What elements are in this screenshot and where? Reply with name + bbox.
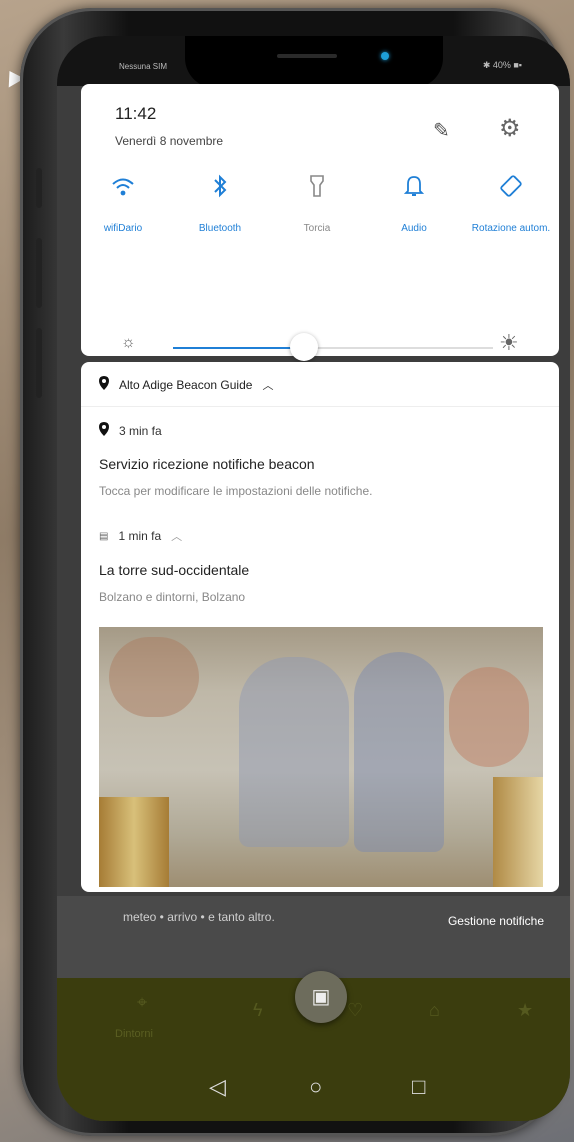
bluetooth-icon bbox=[180, 174, 260, 208]
service-text: Tocca per modificare le impostazioni del… bbox=[99, 484, 373, 498]
quick-settings-panel: 11:42 Venerdì 8 novembre ✎ ⚙ wifiDario B… bbox=[81, 84, 559, 389]
divider bbox=[81, 406, 559, 407]
tile-flashlight[interactable]: Torcia bbox=[277, 174, 357, 236]
tile-label: Bluetooth bbox=[198, 223, 242, 234]
beacon-meta: ▤ 1 min fa ︿ bbox=[99, 528, 182, 544]
beacon-text: Bolzano e dintorni, Bolzano bbox=[99, 590, 246, 604]
notch bbox=[185, 36, 443, 88]
chevron-up-icon[interactable]: ︿ bbox=[262, 377, 273, 393]
nav-label-dintorni[interactable]: Dintorni bbox=[115, 1028, 153, 1040]
flashlight-icon bbox=[277, 174, 357, 208]
chevron-up-icon[interactable]: ︿ bbox=[171, 528, 182, 544]
screen: Nessuna SIM ✱ 40% ■▪ 11:42 Venerdì 8 nov… bbox=[57, 36, 570, 1121]
tile-bluetooth[interactable]: Bluetooth bbox=[180, 174, 260, 236]
bolt-icon[interactable]: ϟ bbox=[253, 1000, 263, 1021]
earpiece bbox=[277, 54, 337, 58]
brightness-low-icon: ☼ bbox=[121, 334, 136, 351]
manage-notifications-button[interactable]: Gestione notifiche bbox=[448, 914, 544, 928]
date-label: Venerdì 8 novembre bbox=[115, 134, 224, 148]
tile-rotation[interactable]: Rotazione autom. bbox=[471, 174, 551, 236]
photo-detail bbox=[109, 637, 199, 717]
brightness-high-icon: ☀ bbox=[499, 330, 519, 355]
clock: 11:42 bbox=[115, 104, 157, 123]
home-circle-icon[interactable]: ○ bbox=[309, 1074, 322, 1100]
location-pin-icon bbox=[99, 422, 109, 439]
camera-icon bbox=[381, 52, 389, 60]
service-title: Servizio ricezione notifiche beacon bbox=[99, 456, 315, 472]
beacon-time: 1 min fa bbox=[118, 529, 162, 543]
beacon-title: La torre sud-occidentale bbox=[99, 562, 250, 578]
background-app-area: meteo • arrivo • e tanto altro. Gestione… bbox=[57, 896, 570, 978]
star-icon[interactable]: ★ bbox=[517, 1000, 533, 1021]
tile-audio[interactable]: Audio bbox=[374, 174, 454, 236]
tile-label: Rotazione autom. bbox=[471, 223, 551, 234]
battery-status: ✱ 40% ■▪ bbox=[482, 60, 522, 70]
volume-button bbox=[36, 168, 42, 208]
volume-button bbox=[36, 238, 42, 308]
power-button bbox=[36, 328, 42, 398]
tile-label: wifiDario bbox=[103, 223, 143, 234]
tile-wifi[interactable]: wifiDario bbox=[83, 174, 163, 236]
photo-detail bbox=[354, 652, 444, 852]
heart-icon[interactable]: ♡ bbox=[347, 1000, 363, 1021]
back-icon[interactable]: ◁ bbox=[209, 1074, 226, 1100]
home-icon[interactable]: ⌂ bbox=[429, 1000, 440, 1021]
photo-detail bbox=[239, 657, 349, 847]
system-nav-bar: ◁ ○ □ bbox=[57, 1062, 570, 1121]
service-time: 3 min fa bbox=[119, 423, 162, 438]
photo-detail bbox=[99, 797, 169, 887]
notification-header[interactable]: Alto Adige Beacon Guide ︿ bbox=[99, 376, 273, 393]
photo-detail bbox=[493, 777, 543, 887]
clipboard-icon[interactable]: ▣ bbox=[295, 971, 347, 1023]
edit-icon[interactable]: ✎ bbox=[433, 118, 450, 143]
wifi-icon bbox=[83, 174, 163, 208]
bell-icon bbox=[374, 174, 454, 208]
recents-icon[interactable]: □ bbox=[412, 1074, 425, 1100]
service-meta: 3 min fa bbox=[99, 422, 162, 439]
fresco-image[interactable] bbox=[99, 627, 543, 887]
phone-frame: Nessuna SIM ✱ 40% ■▪ 11:42 Venerdì 8 nov… bbox=[20, 8, 570, 1136]
tile-label: Torcia bbox=[303, 223, 331, 234]
app-name: Alto Adige Beacon Guide bbox=[119, 377, 253, 392]
brightness-thumb[interactable] bbox=[290, 333, 319, 361]
location-pin-icon[interactable]: ⌖ bbox=[137, 992, 147, 1013]
background-text: meteo • arrivo • e tanto altro. bbox=[123, 910, 275, 924]
notification-card[interactable]: Alto Adige Beacon Guide ︿ 3 min fa Servi… bbox=[81, 362, 559, 892]
rotation-icon bbox=[471, 174, 551, 208]
gear-icon[interactable]: ⚙ bbox=[499, 114, 521, 143]
carrier-label: Nessuna SIM bbox=[119, 62, 168, 71]
brightness-slider[interactable] bbox=[173, 333, 493, 361]
location-pin-icon bbox=[99, 376, 109, 393]
tile-label: Audio bbox=[401, 223, 427, 234]
message-icon: ▤ bbox=[99, 530, 109, 542]
brightness-fill bbox=[173, 347, 305, 349]
photo-detail bbox=[449, 667, 529, 767]
